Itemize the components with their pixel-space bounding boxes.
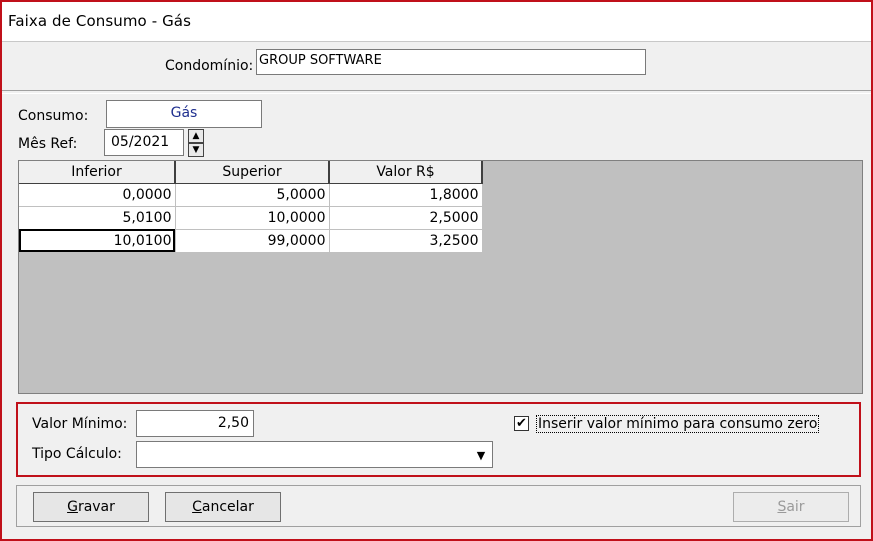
window-title: Faixa de Consumo - Gás bbox=[8, 12, 192, 30]
faixas-grid[interactable]: Inferior Superior Valor R$ 0,0000 5,0000… bbox=[18, 160, 863, 394]
window: Faixa de Consumo - Gás Condomínio: GROUP… bbox=[0, 0, 873, 541]
table-row[interactable]: 10,0100 99,0000 3,2500 bbox=[19, 229, 483, 253]
consumo-field[interactable]: Gás bbox=[106, 100, 262, 128]
gravar-button[interactable]: Gravar bbox=[33, 492, 149, 522]
mes-ref-spinner: ▲ ▼ bbox=[188, 129, 204, 157]
options-panel: Valor Mínimo: 2,50 Tipo Cálculo: ▼ ✔ Ins… bbox=[16, 402, 861, 477]
dropdown-arrow-icon[interactable]: ▼ bbox=[471, 443, 491, 466]
mes-ref-label: Mês Ref: bbox=[18, 136, 78, 152]
mes-ref-field[interactable]: 05/2021 bbox=[104, 129, 184, 156]
valor-minimo-label: Valor Mínimo: bbox=[32, 416, 128, 432]
cell-superior[interactable]: 99,0000 bbox=[175, 229, 330, 253]
button-bar: Gravar Cancelar Sair bbox=[16, 485, 861, 527]
cell-superior[interactable]: 5,0000 bbox=[175, 183, 330, 207]
consumo-label: Consumo: bbox=[18, 108, 89, 124]
sair-button[interactable]: Sair bbox=[733, 492, 849, 522]
cell-inferior[interactable]: 5,0100 bbox=[19, 206, 176, 230]
faixas-table: Inferior Superior Valor R$ 0,0000 5,0000… bbox=[19, 161, 483, 253]
spin-up-icon[interactable]: ▲ bbox=[188, 129, 204, 143]
body-panel: Consumo: Gás Mês Ref: 05/2021 ▲ ▼ Inferi… bbox=[2, 93, 871, 537]
inserir-minimo-label[interactable]: Inserir valor mínimo para consumo zero bbox=[536, 415, 820, 433]
tipo-calculo-select[interactable]: ▼ bbox=[136, 441, 493, 468]
cell-inferior[interactable]: 0,0000 bbox=[19, 183, 176, 207]
table-row[interactable]: 5,0100 10,0000 2,5000 bbox=[19, 206, 483, 230]
spin-down-icon[interactable]: ▼ bbox=[188, 143, 204, 157]
cancelar-button[interactable]: Cancelar bbox=[165, 492, 281, 522]
column-header-inferior[interactable]: Inferior bbox=[19, 161, 176, 184]
title-bar: Faixa de Consumo - Gás bbox=[2, 2, 871, 42]
column-header-valor[interactable]: Valor R$ bbox=[329, 161, 483, 184]
valor-minimo-field[interactable]: 2,50 bbox=[136, 410, 254, 437]
table-row[interactable]: 0,0000 5,0000 1,8000 bbox=[19, 183, 483, 207]
inserir-minimo-checkbox[interactable]: ✔ bbox=[514, 416, 529, 431]
cell-valor[interactable]: 1,8000 bbox=[329, 183, 483, 207]
cell-superior[interactable]: 10,0000 bbox=[175, 206, 330, 230]
tipo-calculo-label: Tipo Cálculo: bbox=[32, 446, 122, 462]
checkmark-icon: ✔ bbox=[516, 416, 527, 431]
cell-inferior-selected[interactable]: 10,0100 bbox=[19, 229, 176, 253]
cell-valor[interactable]: 3,2500 bbox=[329, 229, 483, 253]
condominio-label: Condomínio: bbox=[165, 58, 254, 74]
column-header-superior[interactable]: Superior bbox=[175, 161, 330, 184]
condominio-field[interactable]: GROUP SOFTWARE bbox=[256, 49, 646, 75]
header-panel: Condomínio: GROUP SOFTWARE bbox=[2, 43, 871, 91]
cell-valor[interactable]: 2,5000 bbox=[329, 206, 483, 230]
